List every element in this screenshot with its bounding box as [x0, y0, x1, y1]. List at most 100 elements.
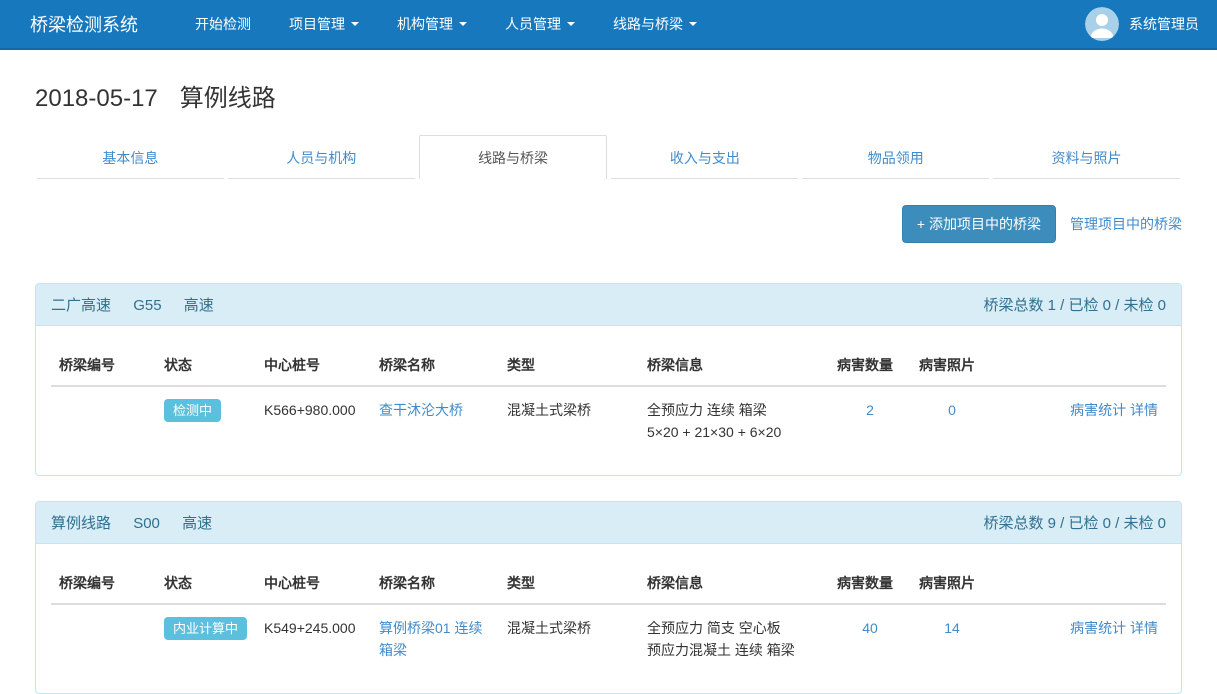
defect-photos-cell: 14 [911, 604, 993, 661]
center-stake-cell: K566+980.000 [256, 386, 371, 443]
manage-project-bridges-link[interactable]: 管理项目中的桥梁 [1070, 214, 1182, 234]
bridge-info-line2: 5×20 + 21×30 + 6×20 [647, 421, 821, 443]
bridge-type-cell: 混凝土式梁桥 [499, 604, 639, 661]
user-menu[interactable]: 系统管理员 [1085, 7, 1199, 41]
center-stake-cell: K549+245.000 [256, 604, 371, 661]
status-cell: 检测中 [156, 386, 256, 443]
nav-item-personnel-management[interactable]: 人员管理 [490, 0, 590, 49]
row-actions-cell: 病害统计 详情 [993, 386, 1166, 443]
bridge-info-line1: 全预应力 连续 箱梁 [647, 399, 821, 421]
user-name: 系统管理员 [1129, 14, 1199, 34]
nav-item-start-inspection[interactable]: 开始检测 [180, 0, 266, 49]
line-panel-g55: 二广高速 G55 高速 桥梁总数 1 / 已检 0 / 未检 0 桥梁编号 状态… [35, 283, 1182, 476]
bridge-type-cell: 混凝土式梁桥 [499, 386, 639, 443]
line-code: S00 [133, 515, 160, 532]
tab-income-expense[interactable]: 收入与支出 [611, 138, 798, 179]
page-title: 2018-05-17算例线路 [35, 78, 1182, 113]
table-header-row: 桥梁编号 状态 中心桩号 桥梁名称 类型 桥梁信息 病害数量 病害照片 [51, 341, 1166, 386]
tab-personnel-and-org[interactable]: 人员与机构 [228, 138, 415, 179]
line-summary: 桥梁总数 9 / 已检 0 / 未检 0 [983, 512, 1166, 533]
line-summary: 桥梁总数 1 / 已检 0 / 未检 0 [983, 294, 1166, 315]
bridge-no-cell [51, 604, 156, 661]
line-panel-body: 桥梁编号 状态 中心桩号 桥梁名称 类型 桥梁信息 病害数量 病害照片 内业计算… [36, 544, 1181, 693]
add-project-bridge-button[interactable]: + 添加项目中的桥梁 [902, 205, 1056, 243]
detail-link[interactable]: 详情 [1130, 402, 1158, 418]
col-bridge-name: 桥梁名称 [371, 559, 499, 604]
table-row: 内业计算中 K549+245.000 算例桥梁01 连续箱梁 混凝土式梁桥 全预… [51, 604, 1166, 661]
line-panel-header: 二广高速 G55 高速 桥梁总数 1 / 已检 0 / 未检 0 [36, 284, 1181, 326]
status-badge: 检测中 [164, 399, 221, 422]
bridge-table: 桥梁编号 状态 中心桩号 桥梁名称 类型 桥梁信息 病害数量 病害照片 内业计算… [51, 559, 1166, 661]
line-code: G55 [133, 297, 161, 314]
col-bridge-name: 桥梁名称 [371, 341, 499, 386]
nav-item-label: 开始检测 [195, 14, 251, 34]
defect-stats-link[interactable]: 病害统计 [1070, 620, 1126, 636]
col-bridge-info: 桥梁信息 [639, 341, 829, 386]
line-title: 算例线路 S00 高速 [51, 512, 212, 533]
bridge-no-cell [51, 386, 156, 443]
app-brand[interactable]: 桥梁检测系统 [30, 11, 138, 37]
defect-count-link[interactable]: 2 [866, 402, 874, 418]
col-defect-count: 病害数量 [829, 559, 911, 604]
col-bridge-no: 桥梁编号 [51, 559, 156, 604]
line-panel-s00: 算例线路 S00 高速 桥梁总数 9 / 已检 0 / 未检 0 桥梁编号 状态… [35, 501, 1182, 694]
bridge-info-cell: 全预应力 连续 箱梁 5×20 + 21×30 + 6×20 [639, 386, 829, 443]
col-status: 状态 [156, 341, 256, 386]
bridge-name-cell: 查干沐沦大桥 [371, 386, 499, 443]
nav-item-lines-and-bridges[interactable]: 线路与桥梁 [598, 0, 712, 49]
project-tabs: 基本信息 人员与机构 线路与桥梁 收入与支出 物品领用 资料与照片 [35, 135, 1182, 179]
line-name: 二广高速 [51, 297, 111, 314]
tab-lines-and-bridges[interactable]: 线路与桥梁 [419, 135, 608, 179]
col-actions [993, 341, 1166, 386]
col-type: 类型 [499, 559, 639, 604]
road-class: 高速 [182, 515, 212, 532]
nav-item-label: 项目管理 [289, 14, 345, 34]
line-title: 二广高速 G55 高速 [51, 294, 214, 315]
col-center-stake: 中心桩号 [256, 341, 371, 386]
col-center-stake: 中心桩号 [256, 559, 371, 604]
defect-photos-link[interactable]: 14 [944, 620, 960, 636]
line-name: 算例线路 [51, 515, 111, 532]
tab-item-requisition[interactable]: 物品领用 [802, 138, 989, 179]
table-header-row: 桥梁编号 状态 中心桩号 桥梁名称 类型 桥梁信息 病害数量 病害照片 [51, 559, 1166, 604]
col-status: 状态 [156, 559, 256, 604]
row-actions-cell: 病害统计 详情 [993, 604, 1166, 661]
col-bridge-no: 桥梁编号 [51, 341, 156, 386]
defect-photos-cell: 0 [911, 386, 993, 443]
detail-link[interactable]: 详情 [1130, 620, 1158, 636]
status-cell: 内业计算中 [156, 604, 256, 661]
bridge-name-link[interactable]: 算例桥梁01 连续箱梁 [379, 620, 482, 658]
top-navbar: 桥梁检测系统 开始检测 项目管理 机构管理 人员管理 线路与桥梁 系统管理员 [0, 0, 1217, 50]
project-name: 算例线路 [180, 85, 276, 112]
nav-item-project-management[interactable]: 项目管理 [274, 0, 374, 49]
status-badge: 内业计算中 [164, 617, 247, 640]
defect-count-cell: 40 [829, 604, 911, 661]
nav-item-label: 人员管理 [505, 14, 561, 34]
defect-count-link[interactable]: 40 [862, 620, 878, 636]
table-row: 检测中 K566+980.000 查干沐沦大桥 混凝土式梁桥 全预应力 连续 箱… [51, 386, 1166, 443]
nav-item-organization-management[interactable]: 机构管理 [382, 0, 482, 49]
bridge-table: 桥梁编号 状态 中心桩号 桥梁名称 类型 桥梁信息 病害数量 病害照片 检测中 [51, 341, 1166, 443]
line-panel-header: 算例线路 S00 高速 桥梁总数 9 / 已检 0 / 未检 0 [36, 502, 1181, 544]
col-defect-photos: 病害照片 [911, 559, 993, 604]
tab-basic-info[interactable]: 基本信息 [37, 138, 224, 179]
caret-down-icon [459, 22, 467, 26]
road-class: 高速 [184, 297, 214, 314]
bridge-toolbar: + 添加项目中的桥梁 管理项目中的桥梁 [35, 205, 1182, 243]
caret-down-icon [351, 22, 359, 26]
col-actions [993, 559, 1166, 604]
defect-photos-link[interactable]: 0 [948, 402, 956, 418]
caret-down-icon [689, 22, 697, 26]
col-defect-count: 病害数量 [829, 341, 911, 386]
bridge-info-cell: 全预应力 简支 空心板 预应力混凝土 连续 箱梁 [639, 604, 829, 661]
bridge-name-link[interactable]: 查干沐沦大桥 [379, 402, 463, 418]
col-bridge-info: 桥梁信息 [639, 559, 829, 604]
line-panel-body: 桥梁编号 状态 中心桩号 桥梁名称 类型 桥梁信息 病害数量 病害照片 检测中 [36, 326, 1181, 475]
bridge-name-cell: 算例桥梁01 连续箱梁 [371, 604, 499, 661]
bridge-info-line2: 预应力混凝土 连续 箱梁 [647, 639, 821, 661]
nav-item-label: 机构管理 [397, 14, 453, 34]
caret-down-icon [567, 22, 575, 26]
defect-stats-link[interactable]: 病害统计 [1070, 402, 1126, 418]
nav-item-label: 线路与桥梁 [613, 14, 683, 34]
tab-documents-photos[interactable]: 资料与照片 [993, 138, 1180, 179]
